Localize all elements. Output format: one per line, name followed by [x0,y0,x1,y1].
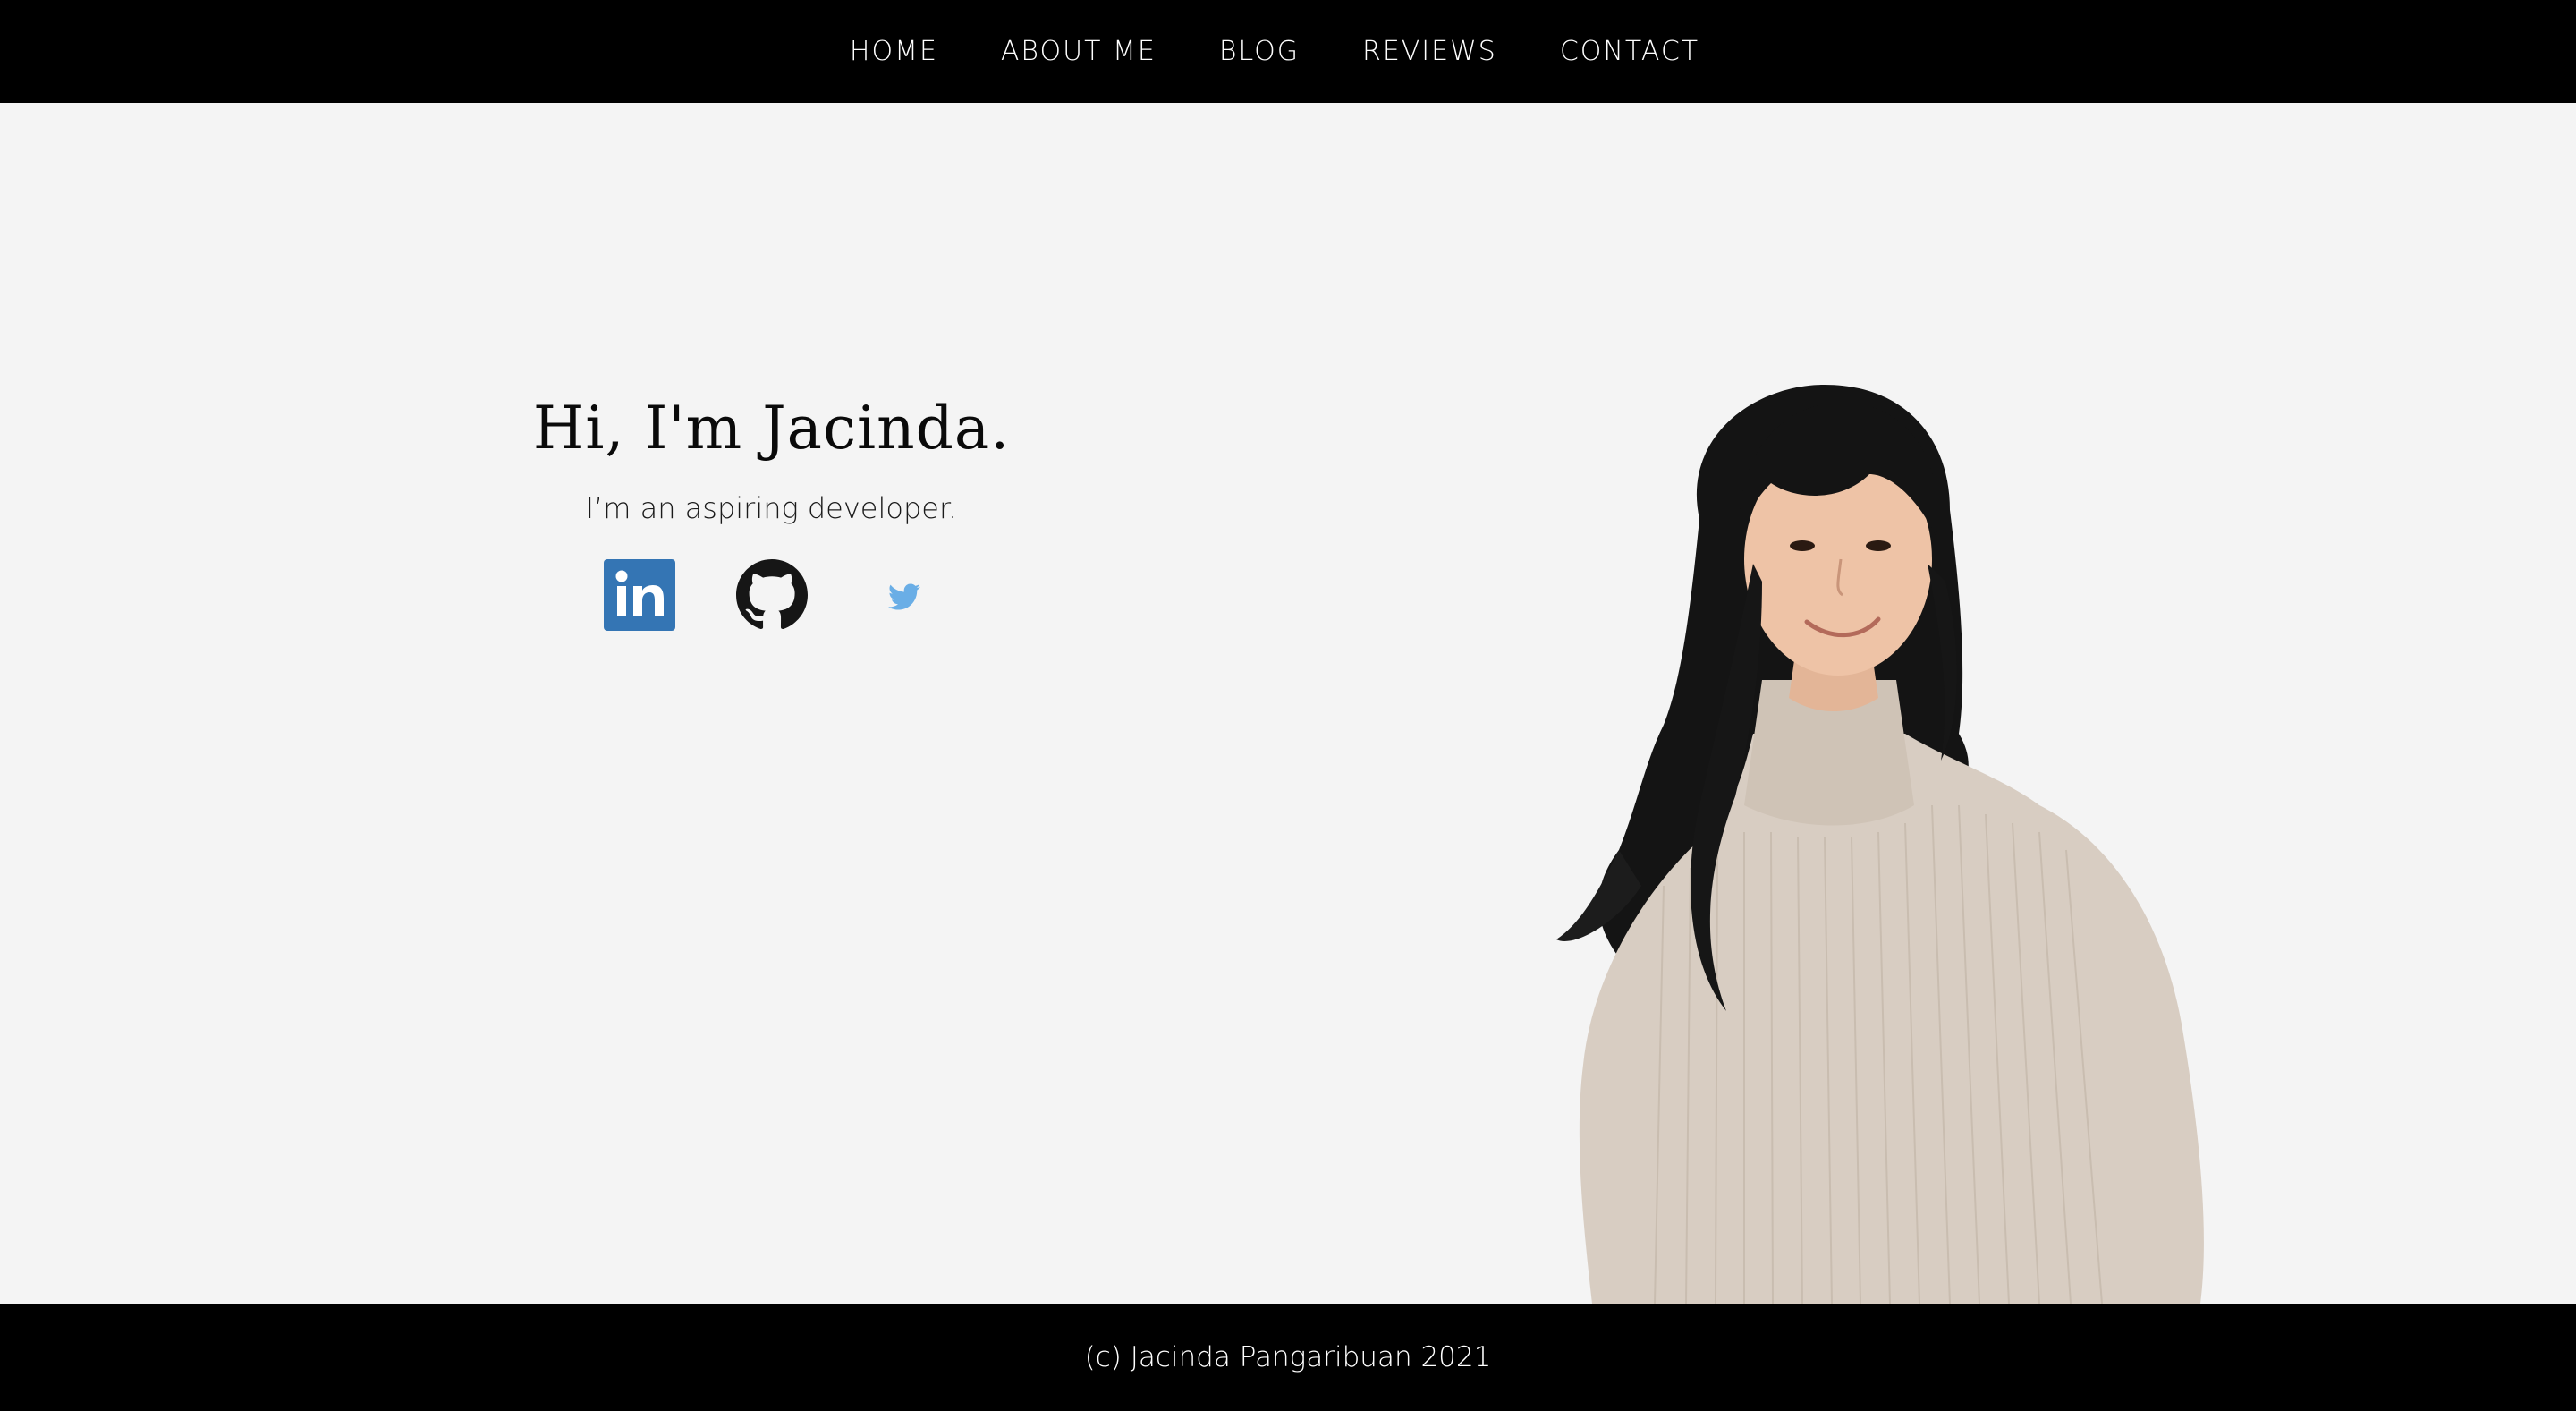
social-links [465,559,1078,631]
twitter-icon [887,583,920,610]
nav-about-me-link[interactable]: ABOUT ME [1001,36,1157,67]
hero-section: Hi, I'm Jacinda. I’m an aspiring develop… [465,394,1078,631]
nav-reviews-link[interactable]: REVIEWS [1362,36,1497,67]
nav-menu: HOME ABOUT ME BLOG REVIEWS CONTACT [850,36,1699,67]
twitter-link[interactable] [869,559,940,631]
top-nav-bar: HOME ABOUT ME BLOG REVIEWS CONTACT [0,0,2576,103]
footer-copyright: (c) Jacinda Pangaribuan 2021 [1084,1341,1492,1373]
linkedin-icon [603,559,675,631]
github-icon [735,559,808,630]
hero-subtitle: I’m an aspiring developer. [585,491,958,525]
profile-photo [1485,385,2218,1304]
footer-bar: (c) Jacinda Pangaribuan 2021 [0,1304,2576,1411]
github-link[interactable] [735,559,808,631]
nav-blog-link[interactable]: BLOG [1219,36,1300,67]
nav-home-link[interactable]: HOME [850,36,938,67]
profile-photo-illustration [1556,385,2204,1304]
linkedin-link[interactable] [603,559,675,631]
nav-contact-link[interactable]: CONTACT [1560,36,1699,67]
hero-title: Hi, I'm Jacinda. [532,394,1011,463]
